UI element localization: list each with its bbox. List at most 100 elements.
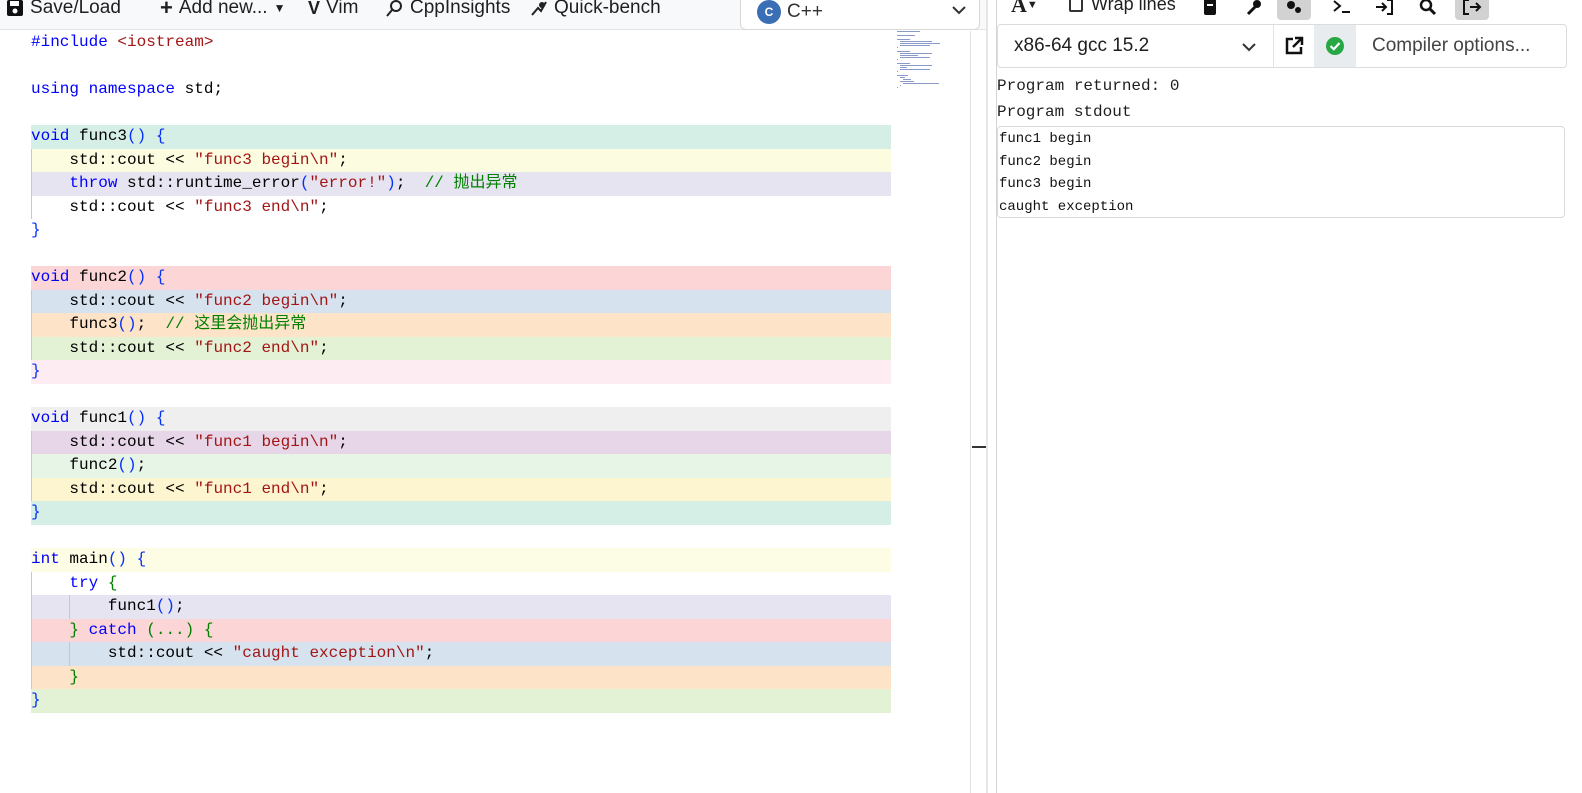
cppinsights-icon <box>386 0 402 17</box>
quick-bench-button[interactable]: Quick-bench <box>530 0 661 22</box>
code-line[interactable]: try { <box>31 572 891 596</box>
code-line[interactable] <box>31 55 891 79</box>
code-line[interactable]: } catch (...) { <box>31 618 891 642</box>
code-line[interactable]: using namespace std; <box>31 78 891 102</box>
vim-icon: V <box>308 0 321 18</box>
code-line[interactable] <box>31 384 891 408</box>
indent-guide <box>69 642 70 666</box>
external-link-icon <box>1285 36 1304 55</box>
minimap-row <box>897 75 908 76</box>
minimap-row <box>900 81 914 82</box>
plus-icon: + <box>160 0 173 20</box>
stdout-line: func3 begin <box>999 176 1092 193</box>
code-line[interactable]: } <box>31 219 891 243</box>
editor-toolbar: ▾ Save/Load + Add new... ▼ V Vim CppInsi… <box>0 0 988 30</box>
code-line[interactable]: int main() { <box>31 548 891 572</box>
add-new-button[interactable]: + Add new... ▼ <box>160 0 285 22</box>
terminal-button[interactable] <box>1325 0 1359 20</box>
save-load-button[interactable]: ▾ Save/Load <box>0 0 121 22</box>
minimap-row <box>900 53 932 54</box>
code-line[interactable]: std::cout << "func1 begin\n"; <box>31 430 891 454</box>
stdout-box: func1 begin func2 begin func3 begin caug… <box>997 126 1565 218</box>
terminal-icon <box>1333 0 1350 13</box>
editor-scrollbar[interactable] <box>970 31 971 793</box>
code-line[interactable]: } <box>31 689 891 713</box>
wrap-lines-toggle[interactable]: Wrap lines <box>1069 0 1176 15</box>
caret-down-icon: ▼ <box>273 1 286 15</box>
code-line[interactable]: } <box>31 665 891 689</box>
code-line[interactable]: std::cout << "func3 begin\n"; <box>31 148 891 172</box>
minimap-row <box>897 59 898 60</box>
code-line[interactable]: func1(); <box>31 595 891 619</box>
program-returned: Program returned: 0 <box>997 77 1180 95</box>
compiler-name: x86-64 gcc 15.2 <box>1014 35 1150 56</box>
minimap-row <box>900 55 919 56</box>
cpp-logo-icon: C <box>757 0 781 24</box>
indent-guide <box>69 595 70 619</box>
save-disk-icon <box>7 0 24 16</box>
popout-button[interactable] <box>1274 25 1314 67</box>
language-label: C++ <box>787 0 823 22</box>
code-line[interactable]: void func3() { <box>31 125 891 149</box>
code-line[interactable] <box>31 243 891 267</box>
code-line[interactable] <box>31 102 891 126</box>
stdout-line: func1 begin <box>999 131 1092 147</box>
sign-in-icon <box>1376 0 1393 15</box>
minimap-row <box>897 87 898 88</box>
indent-guide <box>31 148 32 219</box>
minimap-row <box>900 41 932 42</box>
vim-toggle-button[interactable]: V Vim <box>308 0 358 22</box>
chevron-down-icon <box>952 6 966 15</box>
cppinsights-button[interactable]: CppInsights <box>386 0 510 22</box>
code-line[interactable] <box>31 525 891 549</box>
output-button[interactable] <box>1455 0 1489 20</box>
minimap-row <box>897 31 920 32</box>
code-line[interactable]: std::cout << "func3 end\n"; <box>31 196 891 220</box>
minimap-row <box>900 57 930 58</box>
code-minimap[interactable] <box>897 31 957 91</box>
code-line[interactable]: func3(); // 这里会抛出异常 <box>31 313 891 337</box>
minimap-row <box>903 83 940 84</box>
minimap-row <box>897 63 910 64</box>
compiler-toolbar: A▼ Wrap lines <box>997 0 1582 22</box>
stdout-label: Program stdout <box>997 103 1132 121</box>
compile-status[interactable] <box>1314 25 1356 67</box>
minimap-row <box>897 71 898 72</box>
add-new-label: Add new... <box>178 0 268 18</box>
code-line[interactable]: } <box>31 360 891 384</box>
language-select[interactable]: C C++ <box>740 0 980 30</box>
font-size-button[interactable]: A▼ <box>1011 0 1038 18</box>
wrap-lines-checkbox[interactable] <box>1069 0 1083 12</box>
code-line[interactable]: void func2() { <box>31 266 891 290</box>
code-line[interactable]: std::cout << "func2 begin\n"; <box>31 289 891 313</box>
compiler-select[interactable]: x86-64 gcc 15.2 <box>998 25 1274 67</box>
tools-button[interactable] <box>1237 0 1271 20</box>
input-button[interactable] <box>1367 0 1401 20</box>
wrench-icon <box>1246 0 1261 16</box>
code-line[interactable]: } <box>31 501 891 525</box>
code-line[interactable]: void func1() { <box>31 407 891 431</box>
code-line[interactable]: #include <iostream> <box>31 31 891 55</box>
gears-icon <box>1287 1 1301 13</box>
minimap-row <box>897 39 910 40</box>
source-editor-pane: ▾ Save/Load + Add new... ▼ V Vim CppInsi… <box>0 0 988 793</box>
code-line[interactable]: std::cout << "func1 end\n"; <box>31 477 891 501</box>
settings-button[interactable] <box>1277 0 1311 20</box>
compiler-bar: x86-64 gcc 15.2 Compiler options... <box>997 24 1567 68</box>
quick-bench-icon <box>531 1 547 16</box>
code-line[interactable]: std::cout << "func2 end\n"; <box>31 336 891 360</box>
compiler-options-input[interactable]: Compiler options... <box>1356 25 1566 67</box>
save-output-button[interactable] <box>1193 0 1227 20</box>
code-line[interactable]: func2(); <box>31 454 891 478</box>
minimap-row <box>897 47 898 48</box>
minimap-row <box>900 43 940 44</box>
vim-label: Vim <box>326 0 359 18</box>
code-line[interactable]: throw std::runtime_error("error!"); // 抛… <box>31 172 891 196</box>
minimap-row <box>900 67 908 68</box>
code-line[interactable]: std::cout << "caught exception\n"; <box>31 642 891 666</box>
stdout-line: func2 begin <box>999 153 1092 170</box>
pane-divider[interactable] <box>986 0 988 793</box>
search-output-button[interactable] <box>1411 0 1445 20</box>
sign-out-icon <box>1463 0 1482 15</box>
minimap-row <box>900 65 932 66</box>
